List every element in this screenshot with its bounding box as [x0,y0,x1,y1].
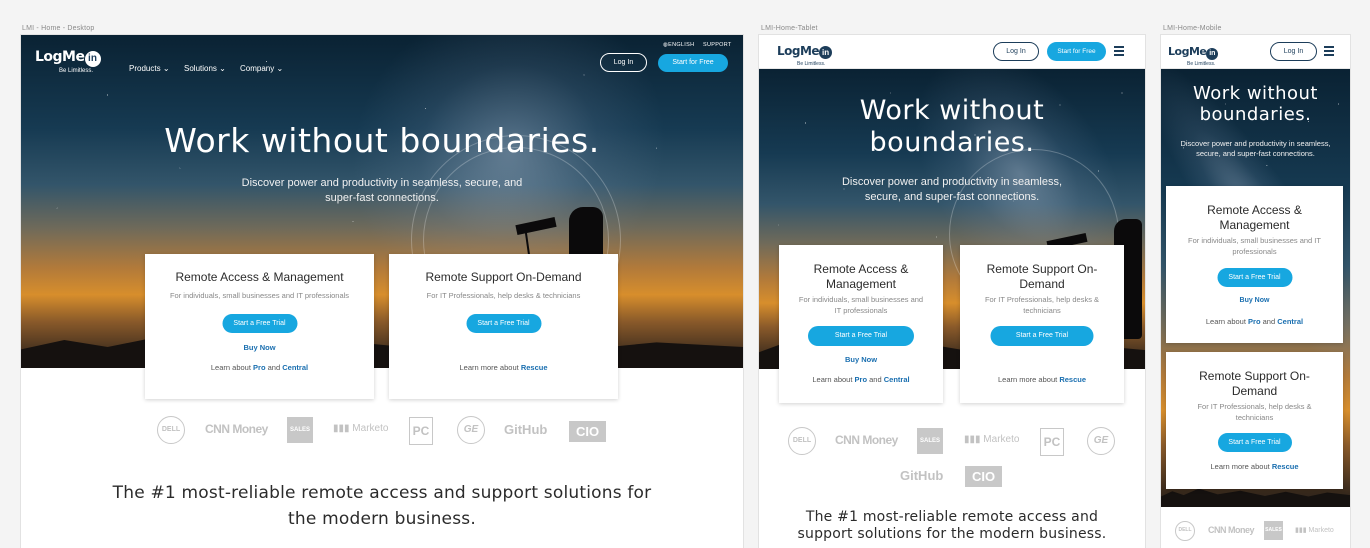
start-trial-button[interactable]: Start a Free Trial [990,326,1094,346]
chevron-down-icon: ⌄ [276,64,284,73]
card-title: Remote Support On-Demand [425,270,582,284]
login-button[interactable]: Log In [600,53,647,72]
start-trial-button[interactable]: Start a Free Trial [1217,268,1292,287]
buy-now-link[interactable]: Buy Now [145,343,374,352]
login-button[interactable]: Log In [993,42,1039,61]
start-trial-button[interactable]: Start a Free Trial [1217,433,1292,452]
logo[interactable]: LogMe in Be Limitless. [1168,42,1219,67]
cio-logo: CIO [965,466,1002,487]
nav-solutions[interactable]: Solutions ⌄ [184,64,226,73]
ge-logo: GE [1087,427,1115,455]
cnn-money-logo: CNN Money [835,433,898,447]
marketo-bars-icon: ▮▮▮ [333,423,353,434]
dell-logo: DELL [788,427,816,455]
start-trial-button[interactable]: Start a Free Trial [808,326,914,346]
hero-subtitle: Discover power and productivity in seaml… [841,176,1063,203]
rescue-link[interactable]: Rescue [1059,375,1086,384]
learn-about-text: Learn about Pro and Central [1205,317,1304,326]
pro-link[interactable]: Pro [1248,317,1261,326]
mobile-frame: LogMe in Be Limitless. Log In Work withou… [1161,35,1350,548]
start-trial-button[interactable]: Start a Free Trial [222,314,297,333]
card-title: Remote Support On- Demand [986,262,1098,291]
sales-logo: SALES [917,428,943,454]
hero-title: Work without boundaries. [164,121,600,160]
mobile-frame-label: LMI-Home-Mobile [1163,25,1222,32]
logo[interactable]: LogMe in Be Limitless. [35,48,101,74]
start-free-button[interactable]: Start for Free [658,54,728,72]
tablet-frame-label: LMI-Home-Tablet [761,25,818,32]
card-title: Remote Access & Management [1207,203,1302,232]
card-description: For individuals, small businesses and IT… [798,295,924,315]
logo[interactable]: LogMe in Be Limitless. [777,42,833,67]
remote-support-card: Remote Support On- Demand For IT Profess… [1166,352,1343,489]
dell-logo: DELL [1175,521,1195,541]
dell-logo: DELL [157,416,185,444]
marketo-logo: ▮▮▮ Marketo [964,434,1020,445]
cnn-money-logo: CNN Money [205,422,268,436]
learn-more-text: Learn more about Rescue [1210,462,1299,471]
card-description: For individuals, small businesses and IT… [1188,236,1321,256]
pc-logo: PC [1040,428,1064,456]
marketo-bars-icon: ▮▮▮ [964,434,984,445]
pro-link[interactable]: Pro [855,375,868,384]
pro-link[interactable]: Pro [253,363,266,372]
learn-about-text: Learn about Pro and Central [210,363,309,372]
learn-more-text: Learn more about Rescue [998,375,1086,384]
buy-now-link[interactable]: Buy Now [1166,297,1343,304]
pc-logo: PC [409,417,433,445]
hero-subtitle: Discover power and productivity in seaml… [1180,139,1331,159]
github-logo: GitHub [900,468,944,483]
nav-company[interactable]: Company ⌄ [240,64,283,73]
start-free-button[interactable]: Start for Free [1047,42,1106,61]
marketo-bars-icon: ▮▮▮ [1295,527,1309,534]
hero-subtitle: Discover power and productivity in seaml… [241,177,523,204]
remote-access-card: Remote Access & Management For individua… [145,254,374,399]
remote-access-card: Remote Access & Management For individua… [779,245,943,403]
marketo-logo: ▮▮▮ Marketo [1295,527,1334,534]
buy-now-link[interactable]: Buy Now [779,355,943,364]
tagline: The #1 most-reliable remote access and s… [112,483,652,529]
github-logo: GitHub [504,422,548,437]
sales-logo: SALES [287,417,313,443]
central-link[interactable]: Central [884,375,910,384]
desktop-frame: LogMe in Be Limitless. Products ⌄ Solutio… [21,35,743,548]
remote-support-card: Remote Support On- Demand For IT Profess… [960,245,1124,403]
desktop-frame-label: LMI - Home - Desktop [22,25,95,32]
card-title: Remote Access & Management [175,270,344,284]
hero-title: Work without boundaries. [1193,83,1318,125]
remote-support-card: Remote Support On-Demand For IT Professi… [389,254,618,399]
login-button[interactable]: Log In [1270,42,1317,61]
learn-more-text: Learn more about Rescue [459,363,548,372]
ge-logo: GE [457,416,485,444]
rescue-link[interactable]: Rescue [521,363,548,372]
chevron-down-icon: ⌄ [162,64,170,73]
hero-title: Work without boundaries. [859,95,1045,158]
menu-icon[interactable] [1324,46,1334,58]
central-link[interactable]: Central [282,363,308,372]
start-trial-button[interactable]: Start a Free Trial [466,314,541,333]
rescue-link[interactable]: Rescue [1272,462,1299,471]
marketo-logo: ▮▮▮ Marketo [333,423,389,434]
support-link[interactable]: SUPPORT [703,42,732,48]
card-description: For IT Professionals, help desks & techn… [426,291,581,300]
card-description: For IT Professionals, help desks & techn… [984,295,1100,315]
chevron-down-icon: ⌄ [219,64,226,73]
cnn-money-logo: CNN Money [1208,525,1255,535]
tablet-frame: LogMe in Be Limitless. Log In Start for F… [759,35,1145,548]
card-description: For IT Professionals, help desks & techn… [1197,402,1312,422]
central-link[interactable]: Central [1277,317,1303,326]
card-description: For individuals, small businesses and IT… [169,291,350,300]
menu-icon[interactable] [1114,46,1124,58]
nav-products[interactable]: Products ⌄ [129,64,170,73]
cio-logo: CIO [569,421,606,442]
card-title: Remote Support On- Demand [1199,369,1310,398]
learn-about-text: Learn about Pro and Central [812,375,910,384]
card-title: Remote Access & Management [813,262,909,291]
sales-logo: SALES [1264,521,1283,540]
remote-access-card: Remote Access & Management For individua… [1166,186,1343,343]
language-selector[interactable]: ◍ENGLISH [663,42,694,48]
tagline: The #1 most-reliable remote access and s… [797,509,1107,542]
